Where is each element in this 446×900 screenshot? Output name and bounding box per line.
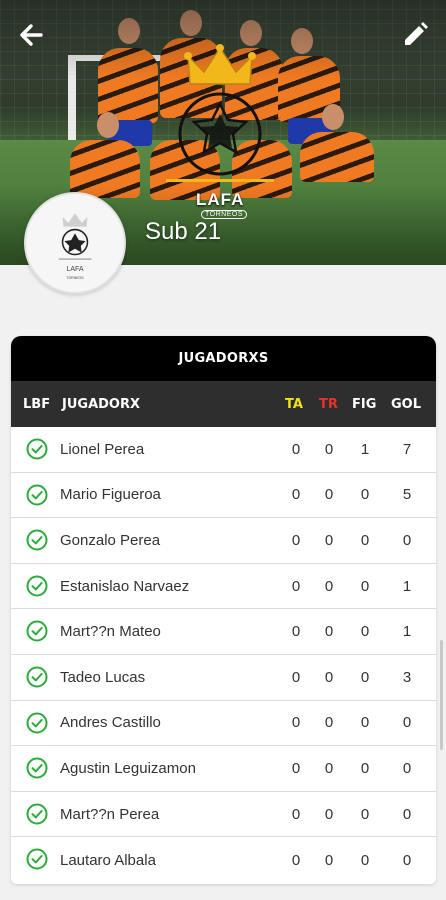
yellow-cards: 0 <box>291 577 301 595</box>
goals: 0 <box>402 531 412 549</box>
figure-count: 0 <box>360 577 370 595</box>
table-row[interactable]: Agustin Leguizamon 0 0 0 0 <box>11 746 436 792</box>
yellow-cards: 0 <box>291 440 301 458</box>
avatar-logo-subtext: TORNEOS <box>66 276 84 280</box>
red-cards: 0 <box>324 805 334 823</box>
check-circle-icon <box>26 529 48 551</box>
figure-count: 0 <box>360 759 370 777</box>
goals: 0 <box>402 851 412 869</box>
player-name: Mart??n Mateo <box>60 623 161 641</box>
red-cards: 0 <box>324 623 334 641</box>
column-ta: TA <box>285 396 303 412</box>
goals: 0 <box>402 714 412 732</box>
figure-count: 0 <box>360 486 370 504</box>
scrollbar[interactable] <box>440 640 443 750</box>
check-circle-icon <box>26 438 48 460</box>
pencil-icon[interactable] <box>398 18 432 52</box>
yellow-cards: 0 <box>291 714 301 732</box>
check-circle-icon <box>26 803 48 825</box>
players-table: JUGADORXS LBF JUGADORX TA TR FIG GOL Lio… <box>11 336 436 884</box>
table-header-row: LBF JUGADORX TA TR FIG GOL <box>11 381 436 427</box>
red-cards: 0 <box>324 531 334 549</box>
red-cards: 0 <box>324 577 334 595</box>
yellow-cards: 0 <box>291 486 301 504</box>
league-logo-text: LAFA <box>196 190 245 209</box>
check-circle-icon <box>26 712 48 734</box>
table-row[interactable]: Lionel Perea 0 0 1 7 <box>11 427 436 473</box>
check-circle-icon <box>26 620 48 642</box>
red-cards: 0 <box>324 714 334 732</box>
table-row[interactable]: Lautaro Albala 0 0 0 0 <box>11 837 436 883</box>
figure-count: 0 <box>360 714 370 732</box>
table-row[interactable]: Estanislao Narvaez 0 0 0 1 <box>11 564 436 610</box>
red-cards: 0 <box>324 668 334 686</box>
goals: 5 <box>402 486 412 504</box>
goals: 1 <box>402 623 412 641</box>
figure-count: 0 <box>360 668 370 686</box>
figure-count: 0 <box>360 623 370 641</box>
figure-count: 0 <box>360 531 370 549</box>
player-name: Agustin Leguizamon <box>60 759 196 777</box>
table-row[interactable]: Mario Figueroa 0 0 0 5 <box>11 473 436 519</box>
soccer-ball-icon <box>178 92 262 176</box>
table-row[interactable]: Andres Castillo 0 0 0 0 <box>11 701 436 747</box>
table-row[interactable]: Mart??n Mateo 0 0 0 1 <box>11 609 436 655</box>
yellow-cards: 0 <box>291 805 301 823</box>
player-name: Mart??n Perea <box>60 805 160 823</box>
red-cards: 0 <box>324 759 334 777</box>
figure-count: 1 <box>360 440 370 458</box>
red-cards: 0 <box>324 486 334 504</box>
check-circle-icon <box>26 575 48 597</box>
red-cards: 0 <box>324 851 334 869</box>
column-player: JUGADORX <box>62 396 140 412</box>
team-avatar: LAFA TORNEOS <box>24 192 126 294</box>
player-name: Andres Castillo <box>60 714 161 732</box>
figure-count: 0 <box>360 805 370 823</box>
team-name: Sub 21 <box>145 218 222 245</box>
column-lbf: LBF <box>23 396 51 412</box>
table-row[interactable]: Gonzalo Perea 0 0 0 0 <box>11 518 436 564</box>
yellow-cards: 0 <box>291 668 301 686</box>
avatar-logo-text: LAFA <box>66 266 84 273</box>
column-tr: TR <box>319 396 338 412</box>
goals: 0 <box>402 805 412 823</box>
check-circle-icon <box>26 757 48 779</box>
table-row[interactable]: Tadeo Lucas 0 0 0 3 <box>11 655 436 701</box>
yellow-cards: 0 <box>291 623 301 641</box>
column-gol: GOL <box>391 396 422 412</box>
player-name: Lautaro Albala <box>60 851 156 869</box>
yellow-cards: 0 <box>291 851 301 869</box>
check-circle-icon <box>26 666 48 688</box>
player-name: Mario Figueroa <box>60 486 161 504</box>
goals: 7 <box>402 440 412 458</box>
red-cards: 0 <box>324 440 334 458</box>
table-row[interactable]: Mart??n Perea 0 0 0 0 <box>11 792 436 838</box>
yellow-cards: 0 <box>291 759 301 777</box>
check-circle-icon <box>26 484 48 506</box>
column-fig: FIG <box>352 396 377 412</box>
crown-icon <box>62 213 88 227</box>
goals: 3 <box>402 668 412 686</box>
player-name: Lionel Perea <box>60 440 145 458</box>
yellow-cards: 0 <box>291 531 301 549</box>
player-name: Tadeo Lucas <box>60 668 146 686</box>
goals: 1 <box>402 577 412 595</box>
check-circle-icon <box>26 848 48 870</box>
table-body: Lionel Perea 0 0 1 7 Mario Figueroa 0 0 0 5 Gonzal… <box>11 427 436 883</box>
table-title: JUGADORXS <box>11 336 436 381</box>
figure-count: 0 <box>360 851 370 869</box>
goals: 0 <box>402 759 412 777</box>
player-name: Estanislao Narvaez <box>60 577 190 595</box>
player-name: Gonzalo Perea <box>60 531 161 549</box>
arrow-left-icon[interactable] <box>14 18 48 52</box>
crown-icon <box>184 44 256 85</box>
